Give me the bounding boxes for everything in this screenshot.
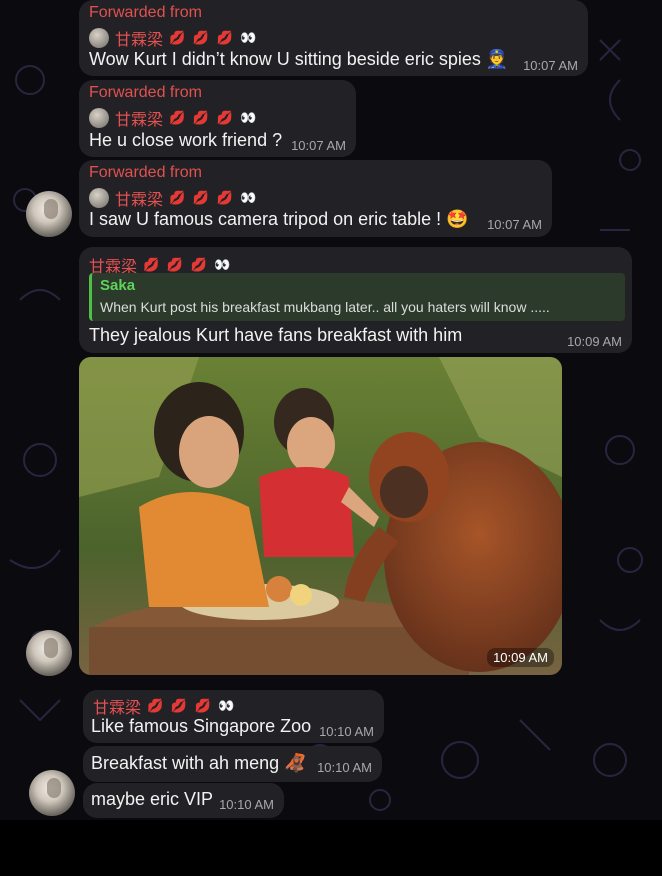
message-time: 10:10 AM xyxy=(319,724,374,739)
message-bubble[interactable]: 甘霖梁 💋 💋 💋 👀 Like famous Singapore Zoo 10… xyxy=(83,690,384,743)
sender-name[interactable]: 甘霖梁 💋 💋 💋 👀 xyxy=(89,106,259,130)
sender-label: 甘霖梁 xyxy=(115,32,164,49)
sender-avatar-icon xyxy=(89,108,109,128)
message-text: Breakfast with ah meng 🦧 xyxy=(91,753,307,773)
message-time: 10:07 AM xyxy=(291,138,346,153)
message-text: He u close work friend ? xyxy=(89,130,283,150)
message-time: 10:10 AM xyxy=(219,797,274,812)
message-text: They jealous Kurt have fans breakfast wi… xyxy=(89,325,463,345)
sender-avatar-icon xyxy=(89,188,109,208)
photo-message[interactable]: 10:09 AM xyxy=(79,357,562,675)
zoo-photo xyxy=(79,357,562,675)
message-text: I saw U famous camera tripod on eric tab… xyxy=(89,209,469,229)
message-text: Wow Kurt I didn’t know U sitting beside … xyxy=(89,49,509,69)
reply-text: When Kurt post his breakfast mukbang lat… xyxy=(100,299,550,315)
reply-quote[interactable]: Saka When Kurt post his breakfast mukban… xyxy=(89,273,625,321)
sender-emoji: 💋 💋 💋 👀 xyxy=(169,110,259,125)
forwarded-label: Forwarded from xyxy=(89,4,202,21)
message-bubble[interactable]: maybe eric VIP 10:10 AM xyxy=(83,783,284,818)
sender-label: 甘霖梁 xyxy=(115,192,164,209)
message-time: 10:09 AM xyxy=(567,334,622,349)
message-time: 10:07 AM xyxy=(487,217,542,232)
forwarded-label: Forwarded from xyxy=(89,164,202,181)
message-bubble[interactable]: Forwarded from 甘霖梁 💋 💋 💋 👀 He u close wo… xyxy=(79,80,356,157)
photo-time: 10:09 AM xyxy=(487,648,554,667)
sender-name[interactable]: 甘霖梁 💋 💋 💋 👀 xyxy=(89,186,259,210)
sender-name[interactable]: 甘霖梁 💋 💋 💋 👀 xyxy=(89,26,259,50)
sender-avatar-icon xyxy=(89,28,109,48)
sender-emoji: 💋 💋 💋 👀 xyxy=(169,30,259,45)
message-text: maybe eric VIP xyxy=(91,789,214,809)
avatar[interactable] xyxy=(26,191,72,237)
sender-label: 甘霖梁 xyxy=(115,112,164,129)
sender-label: 甘霖梁 xyxy=(93,700,142,717)
avatar[interactable] xyxy=(29,770,75,816)
message-time: 10:07 AM xyxy=(523,58,578,73)
sender-name[interactable]: 甘霖梁 💋 💋 💋 👀 xyxy=(93,694,237,718)
reply-author: Saka xyxy=(100,277,136,294)
message-bubble[interactable]: Forwarded from 甘霖梁 💋 💋 💋 👀 Wow Kurt I di… xyxy=(79,0,588,76)
message-bubble[interactable]: Forwarded from 甘霖梁 💋 💋 💋 👀 I saw U famou… xyxy=(79,160,552,237)
message-bubble[interactable]: 甘霖梁 💋 💋 💋 👀 Saka When Kurt post his brea… xyxy=(79,247,632,353)
sender-emoji: 💋 💋 💋 👀 xyxy=(169,190,259,205)
message-bubble[interactable]: Breakfast with ah meng 🦧 10:10 AM xyxy=(83,746,382,782)
message-time: 10:10 AM xyxy=(317,760,372,775)
sender-emoji: 💋 💋 💋 👀 xyxy=(143,257,233,272)
avatar[interactable] xyxy=(26,630,72,676)
forwarded-label: Forwarded from xyxy=(89,84,202,101)
message-text: Like famous Singapore Zoo xyxy=(91,716,312,736)
sender-emoji: 💋 💋 💋 👀 xyxy=(147,698,237,713)
